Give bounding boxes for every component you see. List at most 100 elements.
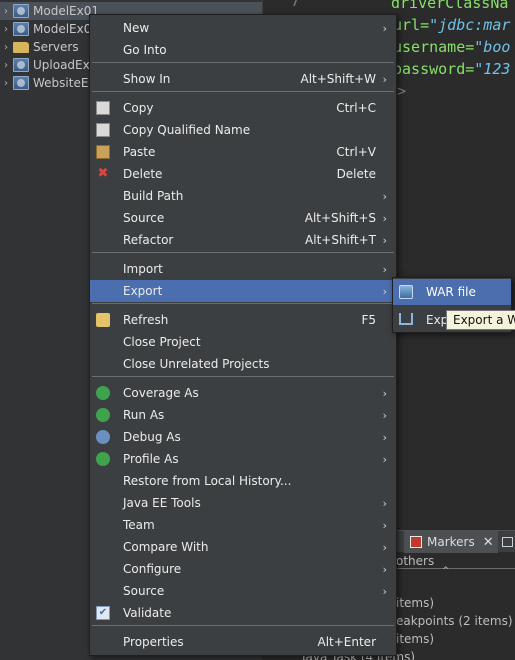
markers-item[interactable]: items) xyxy=(396,596,434,610)
copy-qualified-name-icon xyxy=(96,123,110,137)
attribute-value: "123 xyxy=(474,60,511,78)
menu-item-label: Properties xyxy=(123,635,184,649)
attribute-name: password xyxy=(393,60,466,78)
tree-item-label: ModelEx0 xyxy=(33,22,92,36)
menu-item-source[interactable]: Source › xyxy=(90,580,396,602)
menu-item-label: Copy Qualified Name xyxy=(123,123,251,137)
menu-item-delete[interactable]: ✖ Delete Delete xyxy=(90,163,396,185)
menu-item-copy[interactable]: Copy Ctrl+C xyxy=(90,97,396,119)
java-project-icon xyxy=(13,58,29,72)
expand-arrow-icon[interactable]: › xyxy=(0,6,12,17)
menu-item-label: Go Into xyxy=(123,43,167,57)
menu-item-label: Java EE Tools xyxy=(123,496,201,510)
expand-arrow-icon[interactable]: › xyxy=(0,42,12,53)
equals-sign: = xyxy=(465,38,475,56)
menu-item-label: Build Path xyxy=(123,189,184,203)
equals-sign: = xyxy=(465,60,475,78)
markers-header-bar xyxy=(396,568,515,569)
menu-item-profile-as[interactable]: Profile As › xyxy=(90,448,396,470)
menu-item-source[interactable]: Source Alt+Shift+S › xyxy=(90,207,396,229)
menu-item-configure[interactable]: Configure › xyxy=(90,558,396,580)
menu-separator xyxy=(92,303,394,304)
submenu-arrow-icon: › xyxy=(382,211,387,225)
markers-item[interactable]: eakpoints (2 items) xyxy=(396,614,513,628)
menu-item-label: New xyxy=(123,21,150,35)
context-menu: New › Go Into Show In Alt+Shift+W › Copy Ctrl+C… xyxy=(89,14,397,656)
menu-item-shortcut: Alt+Shift+T xyxy=(305,233,376,247)
menu-item-close-unrelated-projects[interactable]: Close Unrelated Projects xyxy=(90,353,396,375)
menu-item-label: Validate xyxy=(123,606,172,620)
menu-item-export[interactable]: Export › xyxy=(90,280,396,302)
menu-item-label: Team xyxy=(123,518,155,532)
java-project-icon xyxy=(13,22,29,36)
submenu-item-label: WAR file xyxy=(426,285,476,299)
menu-item-copy-qualified-name[interactable]: Copy Qualified Name xyxy=(90,119,396,141)
submenu-arrow-icon: › xyxy=(382,584,387,598)
menu-item-java-ee-tools[interactable]: Java EE Tools › xyxy=(90,492,396,514)
expand-arrow-icon[interactable]: › xyxy=(0,24,12,35)
tree-item-label: UploadEx0 xyxy=(33,58,98,72)
menu-item-go-into[interactable]: Go Into xyxy=(90,39,396,61)
expand-arrow-icon[interactable]: › xyxy=(0,78,12,89)
tree-item-label: WebsiteEx xyxy=(33,76,96,90)
menu-item-team[interactable]: Team › xyxy=(90,514,396,536)
submenu-arrow-icon: › xyxy=(382,233,387,247)
submenu-item-war-file[interactable]: WAR file xyxy=(393,279,511,305)
menu-item-label: Restore from Local History... xyxy=(123,474,292,488)
menu-item-close-project[interactable]: Close Project xyxy=(90,331,396,353)
tab-markers[interactable]: Markers ✕ xyxy=(404,531,498,553)
menu-item-debug-as[interactable]: Debug As › xyxy=(90,426,396,448)
menu-item-compare-with[interactable]: Compare With › xyxy=(90,536,396,558)
menu-item-label: Compare With xyxy=(123,540,209,554)
menu-item-show-in[interactable]: Show In Alt+Shift+W › xyxy=(90,68,396,90)
code-line: driverClassNa xyxy=(391,0,508,12)
menu-item-build-path[interactable]: Build Path › xyxy=(90,185,396,207)
submenu-arrow-icon: › xyxy=(382,452,387,466)
java-project-icon xyxy=(13,4,29,18)
menu-item-shortcut: Alt+Enter xyxy=(317,635,376,649)
menu-item-label: Debug As xyxy=(123,430,181,444)
code-line: > xyxy=(397,82,406,100)
code-line: username="boo xyxy=(393,38,510,56)
submenu-arrow-icon: › xyxy=(382,540,387,554)
sort-up-icon[interactable]: ^ xyxy=(442,566,450,576)
menu-item-new[interactable]: New › xyxy=(90,17,396,39)
tab-overflow[interactable] xyxy=(502,531,515,553)
tab-label: Markers xyxy=(427,535,475,549)
tooltip: Export a We xyxy=(446,310,515,330)
line-number: 7 xyxy=(291,0,300,10)
menu-item-import[interactable]: Import › xyxy=(90,258,396,280)
menu-item-label: Paste xyxy=(123,145,156,159)
menu-item-validate[interactable]: ✔ Validate xyxy=(90,602,396,624)
menu-item-properties[interactable]: Properties Alt+Enter xyxy=(90,631,396,653)
submenu-arrow-icon: › xyxy=(382,562,387,576)
close-icon[interactable]: ✕ xyxy=(483,535,494,550)
expand-arrow-icon[interactable]: › xyxy=(0,60,12,71)
menu-item-refresh[interactable]: Refresh F5 xyxy=(90,309,396,331)
menu-separator xyxy=(92,91,394,92)
paste-icon xyxy=(96,145,110,159)
markers-item[interactable]: items) xyxy=(396,632,434,646)
profile-icon xyxy=(96,452,110,466)
menu-item-run-as[interactable]: Run As › xyxy=(90,404,396,426)
code-line: password="123 xyxy=(393,60,510,78)
menu-item-refactor[interactable]: Refactor Alt+Shift+T › xyxy=(90,229,396,251)
submenu-arrow-icon: › xyxy=(382,284,387,298)
menu-item-shortcut: Delete xyxy=(336,167,376,181)
menu-item-label: Show In xyxy=(123,72,171,86)
war-file-icon xyxy=(399,285,413,299)
menu-separator xyxy=(92,625,394,626)
attribute-name: username xyxy=(393,38,466,56)
submenu-arrow-icon: › xyxy=(382,72,387,86)
validate-check-icon: ✔ xyxy=(96,606,110,620)
refresh-icon xyxy=(96,313,110,327)
menu-item-label: Copy xyxy=(123,101,154,115)
menu-item-shortcut: Ctrl+V xyxy=(336,145,376,159)
folder-icon xyxy=(13,41,29,53)
menu-item-label: Source xyxy=(123,584,165,598)
menu-item-coverage-as[interactable]: Coverage As › xyxy=(90,382,396,404)
menu-item-label: Profile As xyxy=(123,452,179,466)
menu-item-restore-from-local-history[interactable]: Restore from Local History... xyxy=(90,470,396,492)
menu-item-paste[interactable]: Paste Ctrl+V xyxy=(90,141,396,163)
submenu-arrow-icon: › xyxy=(382,262,387,276)
